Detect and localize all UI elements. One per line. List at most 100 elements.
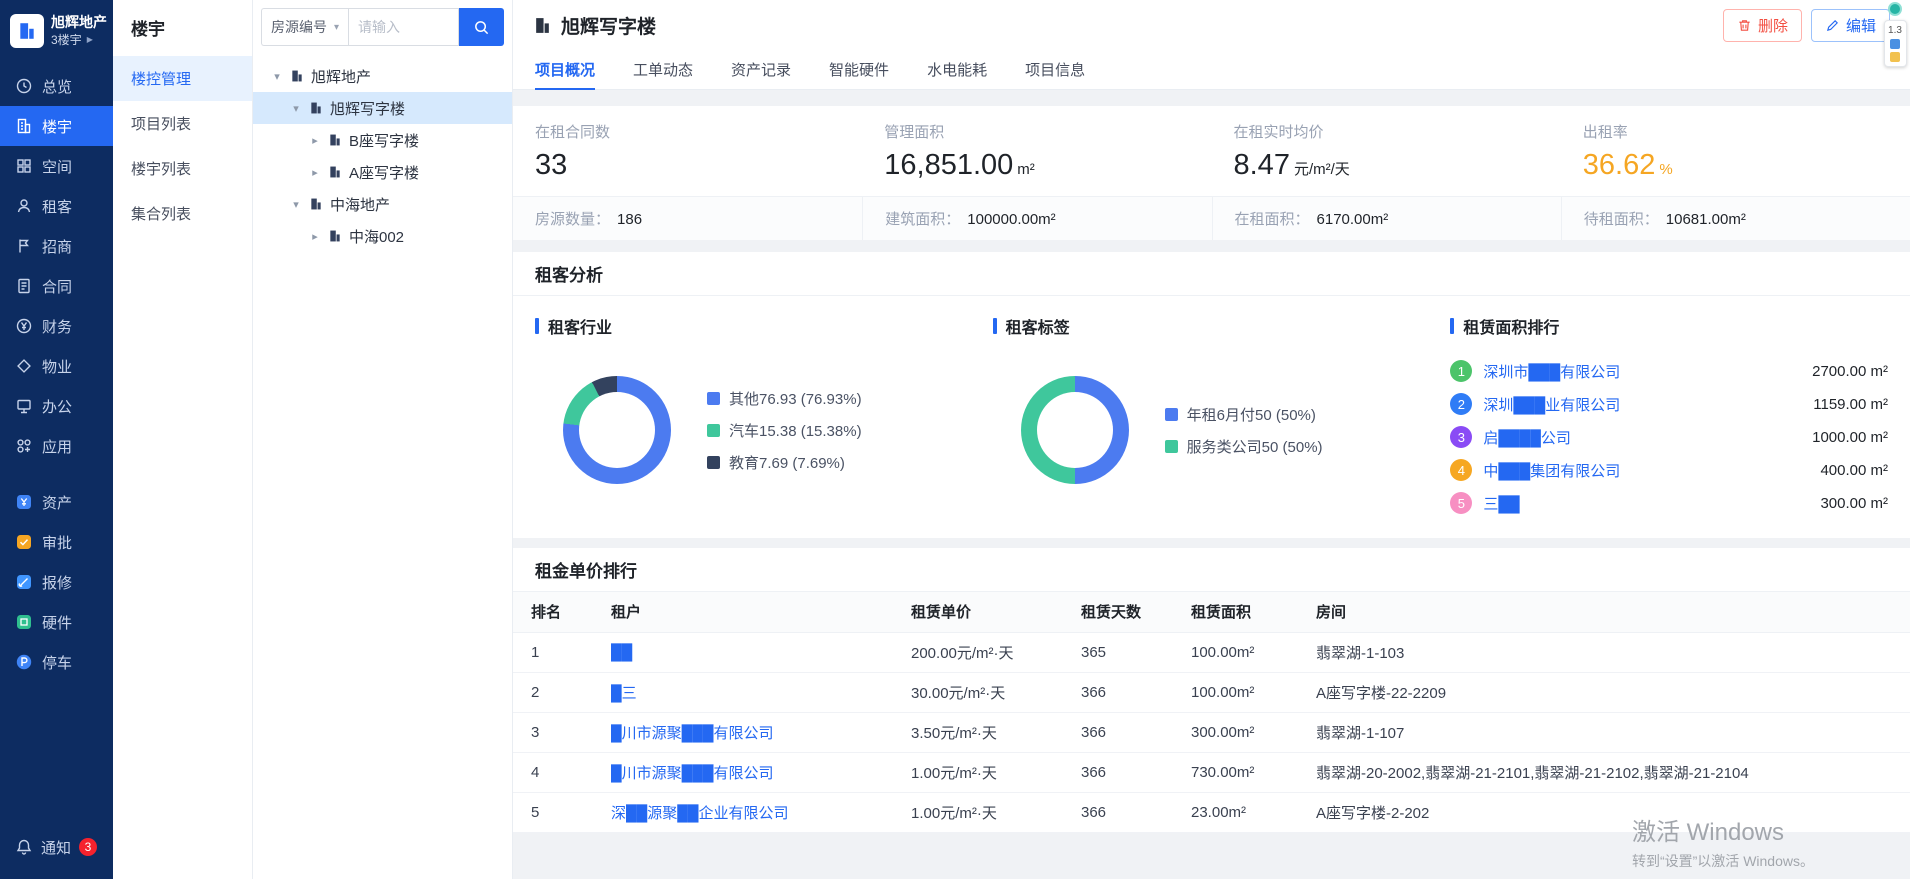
legend-swatch bbox=[707, 392, 720, 405]
leased-area-value: 400.00 m² bbox=[1820, 462, 1888, 479]
tree-node-zhonghai-002[interactable]: ▸ 中海002 bbox=[253, 220, 512, 252]
brand-subtitle: 3楼宇 bbox=[51, 31, 82, 48]
nav-item-overview[interactable]: 总览 bbox=[0, 66, 113, 106]
rank-badge: 1 bbox=[1450, 360, 1472, 382]
stats-secondary-row: 房源数量：186 建筑面积：100000.00m² 在租面积：6170.00m²… bbox=[513, 196, 1910, 240]
tenant-link[interactable]: 中███集团有限公司 bbox=[1483, 460, 1809, 481]
stats-panel: 在租合同数 33 管理面积 16,851.00m² 在租实时均价 8.47元/m… bbox=[513, 106, 1910, 240]
tenant-industry-donut-chart bbox=[563, 376, 671, 484]
expand-arrow-icon[interactable]: ▾ bbox=[290, 102, 302, 115]
legend-item: 年租6月付50 (50%) bbox=[1165, 404, 1323, 425]
nav-item-parking[interactable]: 停车 bbox=[0, 642, 113, 682]
nav-item-finance[interactable]: 财务 bbox=[0, 306, 113, 346]
edit-button[interactable]: 编辑 bbox=[1811, 9, 1890, 42]
submenu-item-collection-list[interactable]: 集合列表 bbox=[113, 191, 252, 236]
submenu-item-control-management[interactable]: 楼控管理 bbox=[113, 56, 252, 101]
tenant-analysis-body: 租客行业 其他76.93 (76.93%) 汽车15.38 (15.38%) 教… bbox=[513, 296, 1910, 538]
stat-construction-area: 建筑面积：100000.00m² bbox=[862, 197, 1211, 240]
tenant-link[interactable]: 启████公司 bbox=[1483, 427, 1801, 448]
secondary-sidebar: 楼宇 楼控管理 项目列表 楼宇列表 集合列表 bbox=[113, 0, 253, 879]
tab-project-overview[interactable]: 项目概况 bbox=[535, 50, 595, 89]
column-header-unit-price: 租赁单价 bbox=[893, 592, 1063, 632]
brand-expand-icon[interactable]: ▶ bbox=[87, 35, 93, 44]
tree-node-xuhui-office-tower[interactable]: ▾ 旭辉写字楼 bbox=[253, 92, 512, 124]
expand-arrow-icon[interactable]: ▸ bbox=[309, 134, 321, 147]
table-row: 3 █川市源聚███有限公司 3.50元/m²·天 366 300.00m² 翡… bbox=[513, 712, 1910, 752]
tree-node-xuhui-group[interactable]: ▾ 旭辉地产 bbox=[253, 60, 512, 92]
tenant-link[interactable]: █川市源聚███有限公司 bbox=[593, 712, 893, 752]
nav-item-hardware[interactable]: 硬件 bbox=[0, 602, 113, 642]
tenant-link[interactable]: 深圳市███有限公司 bbox=[1483, 361, 1801, 382]
brand-title: 旭辉地产 bbox=[51, 13, 107, 31]
rank-badge: 4 bbox=[1450, 459, 1472, 481]
rent-ranking-title: 租金单价排行 bbox=[513, 548, 1910, 592]
leased-area-ranking-title: 租赁面积排行 bbox=[1463, 314, 1559, 338]
tab-asset-records[interactable]: 资产记录 bbox=[731, 50, 791, 89]
search-button[interactable] bbox=[459, 8, 504, 46]
nav-item-assets[interactable]: 资产 bbox=[0, 482, 113, 522]
rank-list-item: 5 三██ 300.00 m² bbox=[1450, 492, 1888, 514]
submenu-item-project-list[interactable]: 项目列表 bbox=[113, 101, 252, 146]
nav-item-office[interactable]: 办公 bbox=[0, 386, 113, 426]
nav-item-notifications[interactable]: 通知 3 bbox=[0, 827, 113, 867]
nav-item-approval[interactable]: 审批 bbox=[0, 522, 113, 562]
expand-arrow-icon[interactable]: ▾ bbox=[290, 198, 302, 211]
tree-search-bar: 房源编号 ▾ bbox=[253, 0, 512, 54]
leased-area-value: 2700.00 m² bbox=[1812, 363, 1888, 380]
legend-item: 其他76.93 (76.93%) bbox=[707, 388, 862, 409]
notification-badge: 3 bbox=[79, 838, 97, 856]
column-header-lease-area: 租赁面积 bbox=[1173, 592, 1298, 632]
tab-project-info[interactable]: 项目信息 bbox=[1025, 50, 1085, 89]
nav-item-contracts[interactable]: 合同 bbox=[0, 266, 113, 306]
tenant-link[interactable]: █三 bbox=[593, 672, 893, 712]
tree-node-b-tower[interactable]: ▸ B座写字楼 bbox=[253, 124, 512, 156]
brand[interactable]: 旭辉地产 3楼宇 ▶ bbox=[0, 0, 113, 62]
overview-content: 在租合同数 33 管理面积 16,851.00m² 在租实时均价 8.47元/m… bbox=[513, 90, 1910, 879]
nav-item-apps[interactable]: 应用 bbox=[0, 426, 113, 466]
expand-arrow-icon[interactable]: ▾ bbox=[271, 70, 283, 83]
delete-button[interactable]: 删除 bbox=[1723, 9, 1802, 42]
tenant-link[interactable]: 深██源聚██企业有限公司 bbox=[593, 792, 893, 832]
tab-work-orders[interactable]: 工单动态 bbox=[633, 50, 693, 89]
expand-arrow-icon[interactable]: ▸ bbox=[309, 166, 321, 179]
tab-smart-hardware[interactable]: 智能硬件 bbox=[829, 50, 889, 89]
apps-icon bbox=[15, 437, 33, 455]
submenu-item-building-list[interactable]: 楼宇列表 bbox=[113, 146, 252, 191]
tab-utility-consumption[interactable]: 水电能耗 bbox=[927, 50, 987, 89]
monitor-icon bbox=[15, 397, 33, 415]
page-header: 旭辉写字楼 删除 编辑 bbox=[513, 0, 1910, 50]
search-icon bbox=[473, 19, 490, 36]
rank-badge: 3 bbox=[1450, 426, 1472, 448]
tree-node-zhonghai-group[interactable]: ▾ 中海地产 bbox=[253, 188, 512, 220]
expand-arrow-icon[interactable]: ▸ bbox=[309, 230, 321, 243]
rank-list-item: 1 深圳市███有限公司 2700.00 m² bbox=[1450, 360, 1888, 382]
leased-area-value: 300.00 m² bbox=[1820, 495, 1888, 512]
search-type-select[interactable]: 房源编号 ▾ bbox=[261, 8, 348, 46]
nav-item-property[interactable]: 物业 bbox=[0, 346, 113, 386]
diamond-icon bbox=[15, 357, 33, 375]
search-input[interactable] bbox=[348, 8, 459, 46]
table-header-row: 排名 租户 租赁单价 租赁天数 租赁面积 房间 bbox=[513, 592, 1910, 632]
submenu-title: 楼宇 bbox=[113, 0, 252, 56]
status-dot-icon bbox=[1888, 2, 1902, 16]
legend-swatch bbox=[707, 424, 720, 437]
company-icon bbox=[309, 197, 323, 211]
tenant-link[interactable]: 三██ bbox=[1483, 493, 1809, 514]
nav-item-tenants[interactable]: 租客 bbox=[0, 186, 113, 226]
page-title: 旭辉写字楼 bbox=[561, 12, 656, 39]
overlay-blue-icon bbox=[1890, 39, 1900, 49]
tenant-link[interactable]: █川市源聚███有限公司 bbox=[593, 752, 893, 792]
tree-node-a-tower[interactable]: ▸ A座写字楼 bbox=[253, 156, 512, 188]
nav-item-investment[interactable]: 招商 bbox=[0, 226, 113, 266]
pencil-icon bbox=[1825, 18, 1840, 33]
nav-item-space[interactable]: 空间 bbox=[0, 146, 113, 186]
floating-overlay-widget[interactable]: 1.3 bbox=[1882, 2, 1908, 67]
nav-item-buildings[interactable]: 楼宇 bbox=[0, 106, 113, 146]
building-icon bbox=[533, 16, 552, 35]
tenant-link[interactable]: 深圳███业有限公司 bbox=[1483, 394, 1802, 415]
leased-area-ranking-list: 1 深圳市███有限公司 2700.00 m² 2 深圳███业有限公司 115… bbox=[1450, 360, 1888, 514]
tenant-link[interactable]: ██ bbox=[593, 632, 893, 672]
tenant-tags-section: 租客标签 年租6月付50 (50%) 服务类公司50 (50%) bbox=[993, 314, 1451, 514]
tenant-tags-legend: 年租6月付50 (50%) 服务类公司50 (50%) bbox=[1165, 404, 1323, 457]
nav-item-repair[interactable]: 报修 bbox=[0, 562, 113, 602]
